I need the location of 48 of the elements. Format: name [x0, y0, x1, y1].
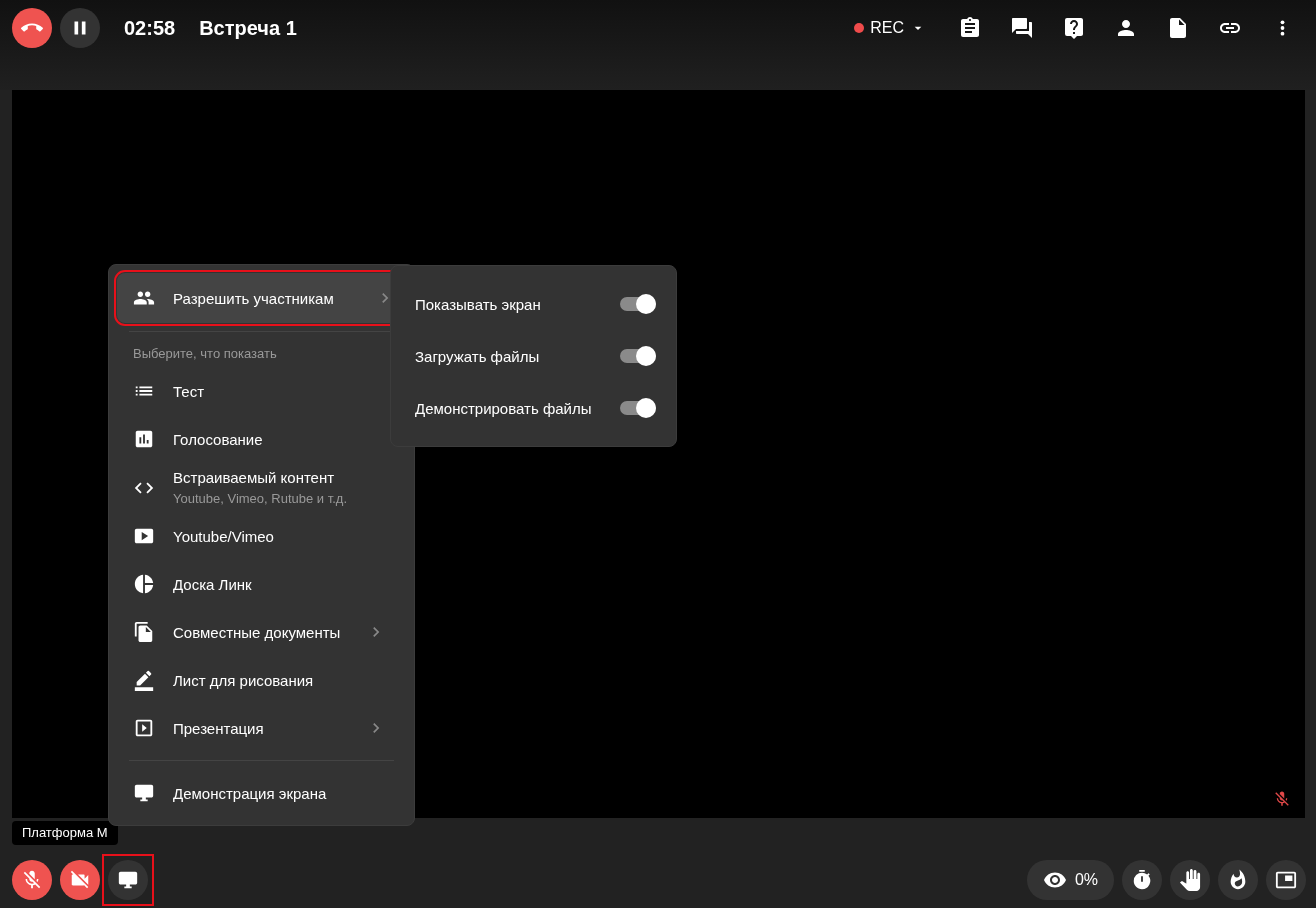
pencil-icon [133, 669, 155, 691]
pie-chart-icon [133, 573, 155, 595]
attention-button[interactable]: 0% [1026, 860, 1114, 900]
bar-chart-icon [133, 428, 155, 450]
menu-item[interactable]: Встраиваемый контент Youtube, Vimeo, Rutube и т.д. [109, 463, 414, 512]
item-description: Youtube, Vimeo, Rutube и т.д. [173, 491, 348, 506]
camera-off-icon [69, 869, 91, 891]
record-dot-icon [854, 23, 865, 33]
toggle-label: Загружать файлы [415, 347, 540, 365]
mic-off-icon [1273, 790, 1291, 808]
toggle-switch[interactable] [620, 349, 656, 363]
menu-item[interactable]: Youtube/Vimeo [109, 512, 414, 560]
end-call-button[interactable] [12, 8, 52, 48]
screen-share-menu-item[interactable]: Демонстрация экрана [109, 769, 414, 817]
timer-button[interactable] [1122, 860, 1162, 900]
microphone-button[interactable] [12, 860, 52, 900]
record-button[interactable]: REC [848, 19, 932, 37]
question-icon [1062, 16, 1086, 40]
meeting-title: Встреча 1 [199, 16, 297, 40]
stopwatch-icon [1131, 869, 1153, 891]
menu-item[interactable]: Доска Линк [109, 560, 414, 608]
toggle-switch[interactable] [620, 401, 656, 415]
reactions-button[interactable] [1218, 860, 1258, 900]
picture-in-picture-icon [1275, 869, 1297, 891]
pause-button[interactable] [60, 8, 100, 48]
participant-name: Платформа М [12, 821, 118, 845]
documents-icon [133, 621, 155, 643]
picture-in-picture-button[interactable] [1266, 860, 1306, 900]
camera-button[interactable] [60, 860, 100, 900]
hand-icon [1179, 869, 1201, 891]
item-label: Встраиваемый контент [173, 469, 336, 486]
presentation-icon [133, 717, 155, 739]
chat-icon [1010, 16, 1034, 40]
toggle-label: Демонстрировать файлы [415, 399, 592, 417]
section-label: Выберите, что показать [132, 345, 278, 363]
mic-off-icon [21, 869, 43, 891]
toggle-switch[interactable] [620, 297, 656, 311]
monitor-icon [133, 782, 155, 804]
call-timer: 02:58 [124, 16, 176, 40]
clipboard-icon [958, 16, 982, 40]
toggle-label: Показывать экран [415, 295, 541, 313]
screen-share-button[interactable] [108, 860, 148, 900]
menu-item[interactable]: Презентация [109, 704, 414, 752]
raise-hand-button[interactable] [1170, 860, 1210, 900]
monitor-icon [117, 869, 139, 891]
menu-item[interactable]: Лист для рисования [109, 656, 414, 704]
more-icon [1279, 20, 1285, 36]
menu-item[interactable]: Совместные документы [109, 608, 414, 656]
